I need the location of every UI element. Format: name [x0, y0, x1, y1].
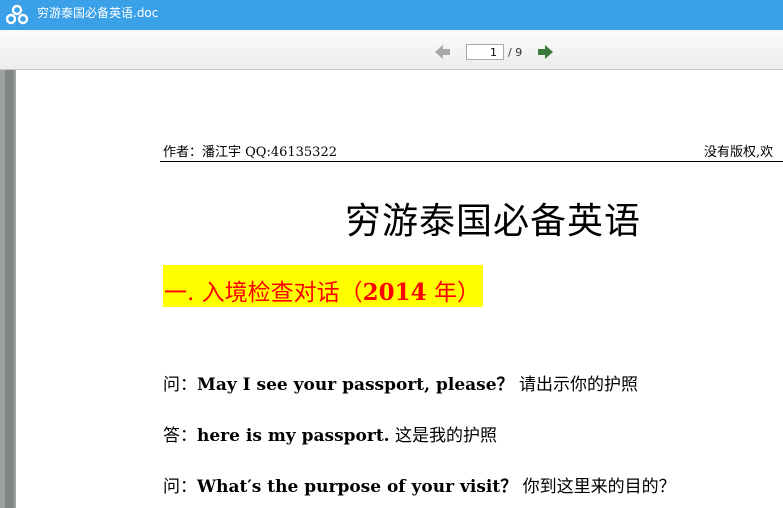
header-divider — [160, 161, 783, 162]
qa-chinese: 你到这里来的目的？ — [517, 477, 676, 497]
section-heading-text: 一. 入境检查对话（2014 年） — [164, 273, 480, 307]
qa-chinese: 这是我的护照 — [389, 426, 498, 446]
section-prefix: 一. 入境检查对话（ — [164, 280, 363, 306]
document-page: 作者：潘江宇 QQ:46135322 没有版权,欢 穷游泰国必备英语 一. 入境… — [16, 70, 783, 508]
qa-speaker: 问： — [163, 477, 197, 497]
section-heading: 一. 入境检查对话（2014 年） — [163, 265, 483, 307]
qa-english: What′s the purpose of your visit？ — [197, 477, 518, 497]
qa-english: May I see your passport, please？ — [197, 375, 514, 395]
viewer-toolbar: / 9 — [0, 30, 783, 70]
window-title: 穷游泰国必备英语.doc — [37, 6, 159, 20]
right-arrow-icon[interactable] — [536, 43, 554, 61]
header-author: 作者：潘江宇 QQ:46135322 — [163, 145, 337, 160]
section-suffix: 年） — [426, 280, 480, 306]
qa-english: here is my passport. — [197, 426, 390, 446]
app-logo-icon — [6, 4, 28, 25]
section-year: 2014 — [362, 279, 427, 306]
document-title: 穷游泰国必备英语 — [345, 201, 642, 242]
page-total: / 9 — [508, 45, 523, 59]
page-navigation: / 9 — [434, 42, 554, 62]
qa-chinese: 请出示你的护照 — [513, 375, 638, 395]
qa-line: 答：here is my passport. 这是我的护照 — [163, 421, 497, 446]
qa-line: 问：What′s the purpose of your visit？ 你到这里… — [163, 472, 676, 497]
qa-speaker: 问： — [163, 375, 197, 395]
left-scroll-gutter-inner — [5, 70, 14, 508]
qa-line: 问：May I see your passport, please？ 请出示你的… — [163, 370, 638, 395]
header-rights: 没有版权,欢 — [704, 145, 774, 160]
left-arrow-icon[interactable] — [434, 43, 452, 61]
page-number-input[interactable] — [466, 44, 504, 60]
qa-speaker: 答： — [163, 426, 197, 446]
title-bar: 穷游泰国必备英语.doc — [0, 0, 783, 30]
